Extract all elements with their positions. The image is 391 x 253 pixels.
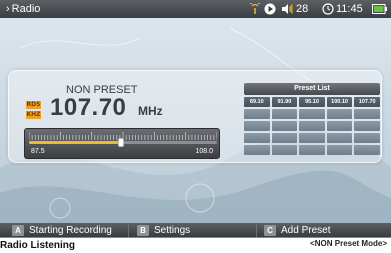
divider [256, 223, 257, 237]
clock-time: 11:45 [336, 3, 363, 15]
preset-slot[interactable]: 89.10 [244, 97, 270, 107]
tuning-slider[interactable]: 87.5 108.0 [24, 128, 220, 159]
range-min-label: 87.5 [31, 148, 45, 155]
preset-slot-empty[interactable] [271, 133, 298, 143]
volume-level: 28 [296, 3, 309, 15]
key-c-label: C [264, 225, 276, 236]
preset-slot[interactable]: 95.10 [299, 97, 325, 107]
preset-slot-empty[interactable] [244, 133, 270, 143]
chevron-right-icon: › [6, 3, 10, 15]
settings-label: Settings [154, 225, 191, 236]
preset-slot-empty[interactable] [354, 133, 380, 143]
frequency-unit: MHz [138, 104, 163, 118]
start-recording-button[interactable]: A Starting Recording [12, 223, 112, 237]
settings-button[interactable]: B Settings [137, 223, 191, 237]
preset-slot-empty[interactable] [354, 121, 380, 131]
preset-slot-empty[interactable] [354, 145, 380, 155]
preset-slot[interactable]: 107.70 [354, 97, 380, 107]
preset-slot-empty[interactable] [299, 121, 325, 131]
status-bar: › Radio 28 11:45 [0, 0, 391, 18]
add-preset-button[interactable]: C Add Preset [264, 223, 331, 237]
preset-slot[interactable]: 100.10 [326, 97, 353, 107]
document-heading: Radio Listening [0, 240, 75, 251]
preset-slot-empty[interactable] [326, 133, 353, 143]
key-b-label: B [137, 225, 149, 236]
preset-slot-empty[interactable] [271, 145, 298, 155]
battery-icon [372, 4, 387, 14]
volume-icon [282, 4, 293, 14]
frequency-display: 107.70 [50, 94, 127, 121]
screen-title: › Radio [6, 3, 41, 15]
clock-icon [322, 3, 334, 15]
mode-caption: <NON Preset Mode> [310, 239, 387, 248]
preset-slot-empty[interactable] [326, 145, 353, 155]
tuning-knob[interactable] [118, 138, 125, 147]
device-screen: › Radio 28 11:45 NON PRESET RDS KHZ 107.… [0, 0, 391, 238]
key-a-label: A [12, 225, 24, 236]
range-max-label: 108.0 [195, 148, 213, 155]
preset-slot-empty[interactable] [244, 109, 270, 119]
preset-slot-empty[interactable] [244, 145, 270, 155]
preset-slot-empty[interactable] [271, 109, 298, 119]
divider [128, 223, 129, 237]
rds-badge: RDS [26, 101, 41, 109]
add-preset-label: Add Preset [281, 225, 331, 236]
preset-grid: 89.10 91.90 95.10 100.10 107.70 [244, 97, 380, 155]
function-bar: A Starting Recording B Settings C Add Pr… [0, 223, 391, 237]
play-icon [264, 3, 276, 15]
preset-list: Preset List 89.10 91.90 95.10 100.10 107.70 [244, 83, 380, 155]
preset-slot-empty[interactable] [326, 109, 353, 119]
preset-slot-empty[interactable] [299, 109, 325, 119]
preset-list-title: Preset List [244, 83, 380, 95]
radio-signal-icon [249, 3, 261, 14]
preset-slot-empty[interactable] [244, 121, 270, 131]
khz-badge: KHZ [26, 111, 41, 119]
preset-slot-empty[interactable] [326, 121, 353, 131]
preset-slot-empty[interactable] [299, 133, 325, 143]
start-recording-label: Starting Recording [29, 225, 112, 236]
preset-slot-empty[interactable] [354, 109, 380, 119]
preset-slot-empty[interactable] [271, 121, 298, 131]
preset-slot-empty[interactable] [299, 145, 325, 155]
preset-slot[interactable]: 91.90 [271, 97, 298, 107]
tuning-track-fill [29, 141, 122, 144]
